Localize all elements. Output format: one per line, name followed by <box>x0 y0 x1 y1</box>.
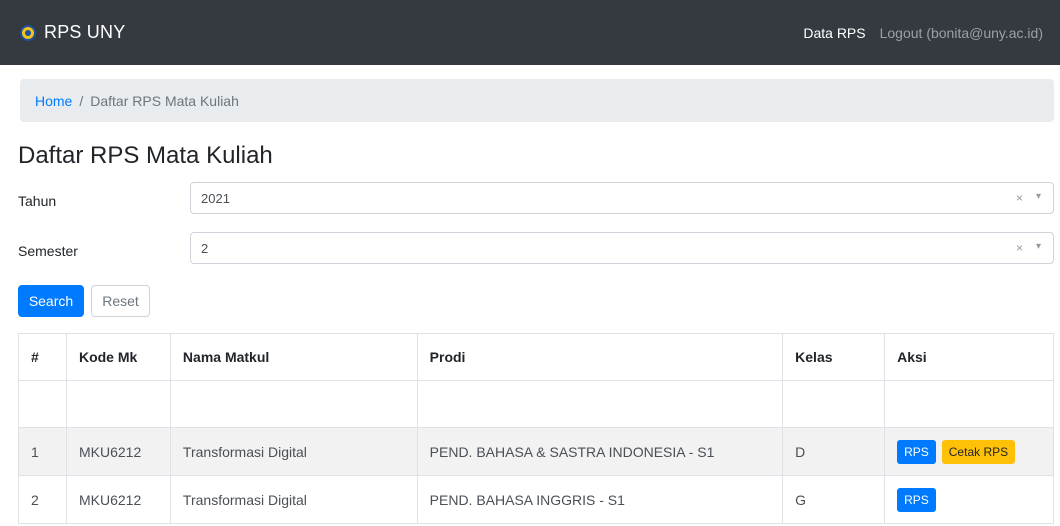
cell-kelas: G <box>782 475 886 524</box>
tahun-label: Tahun <box>18 193 57 209</box>
chevron-down-icon[interactable]: ▾ <box>1036 241 1041 252</box>
table-filter-row <box>18 380 1054 428</box>
semester-selected-value: 2 <box>201 240 209 256</box>
rps-button[interactable]: RPS <box>897 487 936 512</box>
cell-aksi: RPS <box>884 475 1054 524</box>
column-header: Kode Mk <box>65 333 171 381</box>
cell-kelas: D <box>782 427 886 476</box>
table-header-row: # Kode Mk Nama Matkul Prodi Kelas Aksi <box>18 333 1054 381</box>
clear-icon[interactable]: × <box>1016 241 1023 255</box>
cell-no: 1 <box>18 427 67 476</box>
reset-button[interactable]: Reset <box>91 285 150 317</box>
brand-link[interactable]: RPS UNY <box>20 22 125 43</box>
breadcrumb-current: Daftar RPS Mata Kuliah <box>90 92 239 109</box>
nav-data-rps-link[interactable]: Data RPS <box>803 25 865 41</box>
table-row: 2 MKU6212 Transformasi Digital PEND. BAH… <box>18 475 1054 524</box>
rps-table-container: # Kode Mk Nama Matkul Prodi Kelas Aksi 1… <box>18 333 1054 524</box>
cell-prodi: PEND. BAHASA & SASTRA INDONESIA - S1 <box>416 427 784 476</box>
table-row: 1 MKU6212 Transformasi Digital PEND. BAH… <box>18 427 1054 476</box>
column-header: Kelas <box>782 333 886 381</box>
semester-select[interactable]: 2 × ▾ <box>190 232 1054 264</box>
cetak-rps-button[interactable]: Cetak RPS <box>941 439 1016 464</box>
tahun-select[interactable]: 2021 × ▾ <box>190 182 1054 214</box>
top-navbar: RPS UNY Data RPS Logout (bonita@uny.ac.i… <box>0 0 1060 65</box>
nav-links: Data RPS Logout (bonita@uny.ac.id) <box>803 25 1043 41</box>
nav-logout-link[interactable]: Logout (bonita@uny.ac.id) <box>880 25 1043 41</box>
cell-nama-matkul: Transformasi Digital <box>169 475 418 524</box>
breadcrumb-separator: / <box>79 92 84 109</box>
rps-button[interactable]: RPS <box>897 439 936 464</box>
breadcrumb: Home / Daftar RPS Mata Kuliah <box>20 79 1054 122</box>
column-header: # <box>18 333 67 381</box>
cell-kode-mk: MKU6212 <box>65 475 171 524</box>
cell-nama-matkul: Transformasi Digital <box>169 427 418 476</box>
breadcrumb-home-link[interactable]: Home <box>35 93 72 109</box>
cell-kode-mk: MKU6212 <box>65 427 171 476</box>
cell-prodi: PEND. BAHASA INGGRIS - S1 <box>416 475 784 524</box>
column-header: Prodi <box>416 333 784 381</box>
brand-title: RPS UNY <box>44 22 126 42</box>
chevron-down-icon[interactable]: ▾ <box>1036 191 1041 202</box>
column-header: Nama Matkul <box>169 333 418 381</box>
tahun-selected-value: 2021 <box>201 190 230 206</box>
uny-logo-icon <box>20 24 36 41</box>
semester-label: Semester <box>18 243 78 259</box>
page-title: Daftar RPS Mata Kuliah <box>18 142 273 169</box>
cell-aksi: RPS Cetak RPS <box>884 427 1054 476</box>
cell-no: 2 <box>18 475 67 524</box>
rps-table: # Kode Mk Nama Matkul Prodi Kelas Aksi 1… <box>18 333 1054 524</box>
column-header: Aksi <box>884 333 1054 381</box>
search-button[interactable]: Search <box>18 285 84 317</box>
clear-icon[interactable]: × <box>1016 191 1023 205</box>
